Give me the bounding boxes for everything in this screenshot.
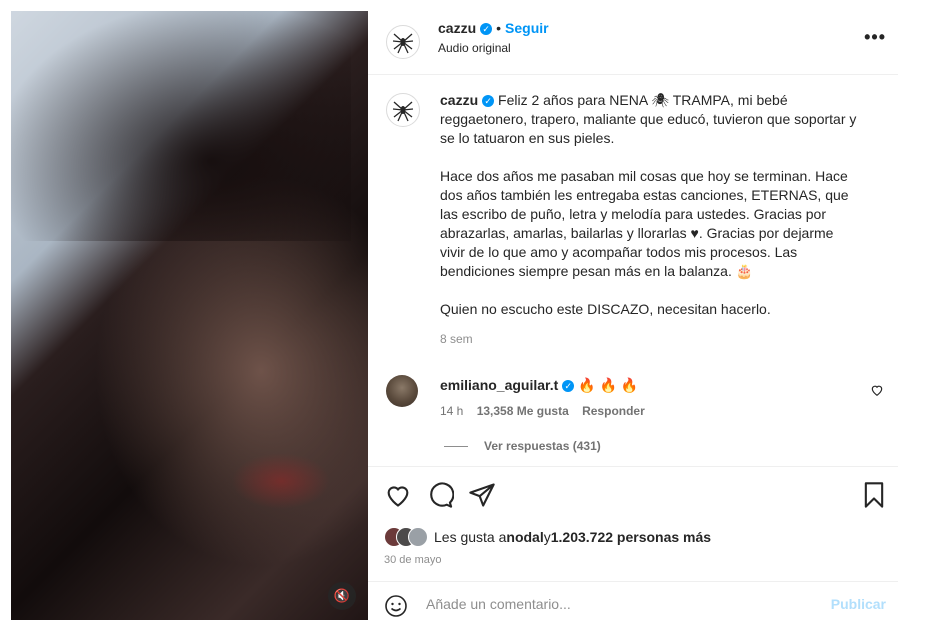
commenter-username[interactable]: emiliano_aguilar.t xyxy=(440,377,558,393)
follow-button[interactable]: Seguir xyxy=(505,20,549,36)
verified-badge-icon: ✓ xyxy=(482,95,495,108)
comment-body: emiliano_aguilar.t ✓ 🔥 🔥 🔥 xyxy=(440,377,638,394)
save-bookmark-icon[interactable] xyxy=(860,481,888,509)
caption-author-avatar[interactable] xyxy=(386,93,420,127)
comment-text: 🔥 🔥 🔥 xyxy=(578,377,639,393)
caption-body: cazzu ✓ Feliz 2 años para NENA 🕷 TRAMPA, … xyxy=(440,91,860,319)
comment-meta: 14 h 13,358 Me gusta Responder xyxy=(440,404,645,418)
post-video[interactable]: 🔇 xyxy=(11,11,368,620)
comment-input[interactable] xyxy=(424,591,808,617)
author-avatar[interactable] xyxy=(386,25,420,59)
spider-icon xyxy=(392,101,414,122)
liker-avatar xyxy=(408,527,428,547)
volume-mute-icon: 🔇 xyxy=(333,588,351,603)
emoji-smiley-icon[interactable] xyxy=(384,594,408,618)
likes-middle: y xyxy=(543,529,551,545)
share-paper-plane-icon[interactable] xyxy=(468,481,496,509)
verified-badge-icon: ✓ xyxy=(480,22,493,35)
post-header: cazzu ✓ • Seguir Audio original ••• xyxy=(368,11,898,75)
like-heart-icon[interactable] xyxy=(384,481,412,509)
post-date[interactable]: 30 de mayo xyxy=(384,554,441,566)
author-username[interactable]: cazzu xyxy=(438,20,476,36)
liker-avatars xyxy=(384,527,430,547)
verified-badge-icon: ✓ xyxy=(562,380,575,393)
video-frame xyxy=(11,11,351,241)
commenter-avatar[interactable] xyxy=(386,375,418,407)
more-options-icon[interactable]: ••• xyxy=(864,27,886,48)
replies-divider xyxy=(444,446,468,448)
add-comment-bar: Publicar xyxy=(368,581,898,621)
comment-likes[interactable]: 13,358 Me gusta xyxy=(477,404,569,418)
audio-label[interactable]: Audio original xyxy=(438,41,511,55)
comment-like-heart-icon[interactable] xyxy=(870,383,884,397)
view-replies-button[interactable]: Ver respuestas (431) xyxy=(444,439,601,453)
likes-count[interactable]: 1.203.722 personas más xyxy=(551,529,711,545)
caption-text: Feliz 2 años para NENA 🕷 TRAMPA, mi bebé… xyxy=(440,92,857,317)
header-title-row: cazzu ✓ • Seguir xyxy=(438,20,549,38)
caption-timestamp[interactable]: 8 sem xyxy=(440,332,473,346)
caption-username[interactable]: cazzu xyxy=(440,92,478,108)
reply-button[interactable]: Responder xyxy=(582,404,645,418)
view-replies-label: Ver respuestas (431) xyxy=(484,439,601,453)
likes-summary[interactable]: Les gusta a nodal y 1.203.722 personas m… xyxy=(384,527,711,547)
post-actions: Les gusta a nodal y 1.203.722 personas m… xyxy=(368,466,898,567)
post-details-panel: cazzu ✓ • Seguir Audio original ••• cazzu ✓ … xyxy=(368,11,898,620)
publish-button[interactable]: Publicar xyxy=(831,596,886,612)
comment-bubble-icon[interactable] xyxy=(426,481,454,509)
comment-time[interactable]: 14 h xyxy=(440,404,463,418)
separator-dot: • xyxy=(496,20,502,36)
mute-button[interactable]: 🔇 xyxy=(328,582,356,610)
likes-prefix: Les gusta a xyxy=(434,529,507,545)
spider-icon xyxy=(392,33,414,54)
likes-user[interactable]: nodal xyxy=(506,529,543,545)
